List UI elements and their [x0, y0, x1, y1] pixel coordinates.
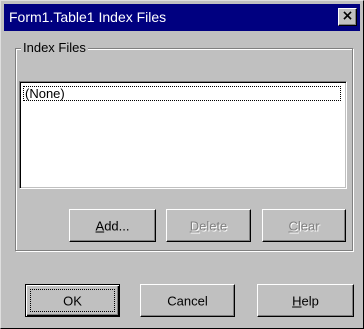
delete-button[interactable]: Delete: [166, 209, 251, 242]
add-button[interactable]: Add...: [69, 209, 156, 242]
list-item[interactable]: (None): [23, 86, 341, 101]
clear-button[interactable]: Clear: [262, 209, 346, 242]
index-files-dialog: Form1.Table1 Index Files × Index Files (…: [0, 0, 364, 329]
ok-button-label: OK: [63, 293, 82, 308]
cancel-button[interactable]: Cancel: [140, 284, 235, 317]
index-files-list[interactable]: (None): [19, 81, 347, 189]
clear-button-label: Clear: [288, 218, 320, 233]
title-bar[interactable]: Form1.Table1 Index Files ×: [4, 4, 360, 31]
help-button-label: Help: [292, 293, 319, 308]
close-icon: ×: [341, 8, 354, 24]
group-label: Index Files: [21, 40, 88, 55]
delete-button-label: Delete: [189, 218, 228, 233]
ok-button[interactable]: OK: [25, 284, 120, 317]
cancel-button-label: Cancel: [167, 293, 208, 308]
add-button-label: Add...: [95, 218, 130, 233]
window-title: Form1.Table1 Index Files: [9, 9, 167, 25]
close-button[interactable]: ×: [338, 8, 357, 26]
help-button[interactable]: Help: [257, 284, 354, 317]
